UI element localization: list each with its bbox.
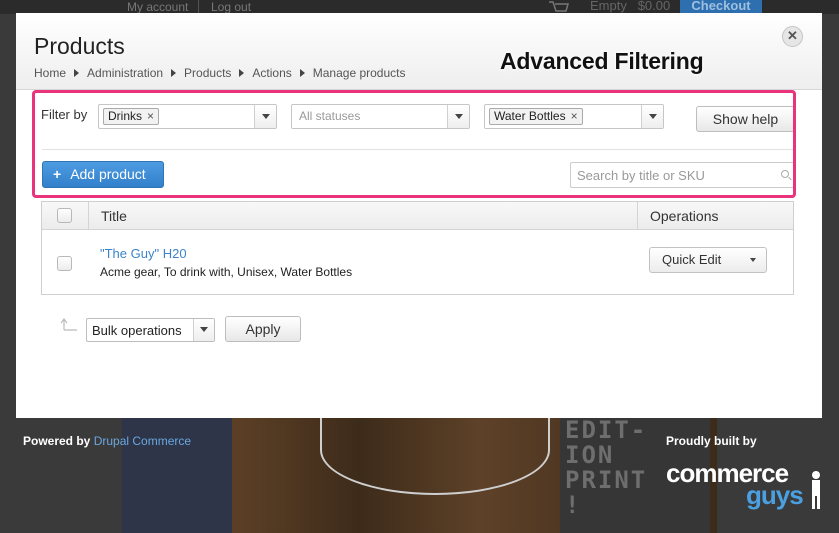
my-account-link[interactable]: My account bbox=[127, 0, 188, 14]
column-header-operations: Operations bbox=[650, 208, 719, 224]
close-icon[interactable]: ✕ bbox=[782, 26, 803, 47]
product-title-link[interactable]: "The Guy" H20 bbox=[100, 246, 187, 261]
bulk-operations-value: Bulk operations bbox=[92, 323, 182, 338]
logo-figure-icon bbox=[812, 471, 820, 509]
remove-chip-icon[interactable]: × bbox=[147, 109, 154, 123]
breadcrumb-actions[interactable]: Actions bbox=[252, 66, 291, 80]
search-placeholder: Search by title or SKU bbox=[577, 168, 705, 183]
row-checkbox[interactable] bbox=[57, 256, 72, 271]
chevron-down-icon[interactable] bbox=[193, 319, 214, 341]
filter-divider bbox=[42, 149, 794, 150]
top-bar-divider bbox=[198, 0, 199, 13]
breadcrumb: Home Administration Products Actions Man… bbox=[34, 66, 406, 80]
breadcrumb-home[interactable]: Home bbox=[34, 66, 66, 80]
table-header: Title Operations bbox=[42, 202, 793, 230]
breadcrumb-arrow-icon bbox=[239, 69, 245, 77]
chevron-down-icon[interactable] bbox=[254, 105, 276, 128]
filter-by-label: Filter by bbox=[41, 107, 88, 122]
filter-chip-water-bottles: Water Bottles × bbox=[489, 108, 583, 125]
products-modal: Products Home Administration Products Ac… bbox=[16, 13, 822, 418]
search-input[interactable]: Search by title or SKU bbox=[570, 162, 796, 188]
search-icon[interactable] bbox=[781, 170, 789, 178]
background-poster-text: EDIT- ION PRINT ! bbox=[565, 416, 648, 519]
log-out-link[interactable]: Log out bbox=[211, 0, 251, 14]
breadcrumb-products[interactable]: Products bbox=[184, 66, 231, 80]
bulk-arrow-icon bbox=[60, 318, 77, 331]
product-type-filter-select[interactable]: Water Bottles × bbox=[484, 104, 664, 129]
commerce-guys-logo[interactable]: commerce guys bbox=[666, 458, 826, 516]
breadcrumb-manage-products[interactable]: Manage products bbox=[313, 66, 406, 80]
column-divider bbox=[88, 202, 89, 230]
quick-edit-button[interactable]: Quick Edit bbox=[649, 247, 767, 273]
advanced-filtering-annotation: Advanced Filtering bbox=[500, 48, 704, 74]
plus-icon: + bbox=[53, 166, 62, 182]
filter-chip-drinks: Drinks × bbox=[103, 108, 160, 125]
remove-chip-icon[interactable]: × bbox=[571, 109, 578, 123]
drupal-commerce-link[interactable]: Drupal Commerce bbox=[94, 434, 191, 448]
checkout-button[interactable]: Checkout bbox=[680, 0, 762, 13]
cart-status: Empty $0.00 bbox=[590, 0, 671, 13]
status-filter-select[interactable]: All statuses bbox=[291, 104, 470, 129]
breadcrumb-arrow-icon bbox=[171, 69, 177, 77]
show-help-button[interactable]: Show help bbox=[696, 106, 795, 132]
page-title: Products bbox=[34, 33, 125, 59]
column-divider bbox=[637, 202, 638, 230]
add-product-label: Add product bbox=[70, 166, 146, 182]
bulk-operations-select[interactable]: Bulk operations bbox=[86, 318, 215, 342]
breadcrumb-arrow-icon bbox=[74, 69, 80, 77]
proudly-built-by-text: Proudly built by bbox=[666, 434, 757, 448]
add-product-button[interactable]: + Add product bbox=[42, 161, 164, 188]
select-all-checkbox[interactable] bbox=[57, 208, 72, 223]
breadcrumb-administration[interactable]: Administration bbox=[87, 66, 163, 80]
column-header-title[interactable]: Title bbox=[101, 208, 127, 224]
logo-word-guys: guys bbox=[746, 480, 804, 510]
chevron-down-icon[interactable] bbox=[641, 105, 663, 128]
site-top-bar: My account Log out Empty $0.00 Checkout bbox=[0, 0, 839, 14]
powered-by-text: Powered by Drupal Commerce bbox=[23, 434, 192, 448]
cart-icon[interactable] bbox=[548, 0, 570, 13]
chevron-down-icon[interactable] bbox=[447, 105, 469, 128]
products-table: Title Operations "The Guy" H20 Acme gear… bbox=[41, 201, 794, 295]
product-tags: Acme gear, To drink with, Unisex, Water … bbox=[100, 265, 353, 279]
apply-button[interactable]: Apply bbox=[225, 316, 301, 342]
category-filter-select[interactable]: Drinks × bbox=[98, 104, 277, 129]
status-placeholder: All statuses bbox=[299, 109, 361, 123]
breadcrumb-arrow-icon bbox=[299, 69, 305, 77]
background-cord bbox=[320, 405, 550, 495]
chevron-down-icon bbox=[750, 258, 756, 262]
